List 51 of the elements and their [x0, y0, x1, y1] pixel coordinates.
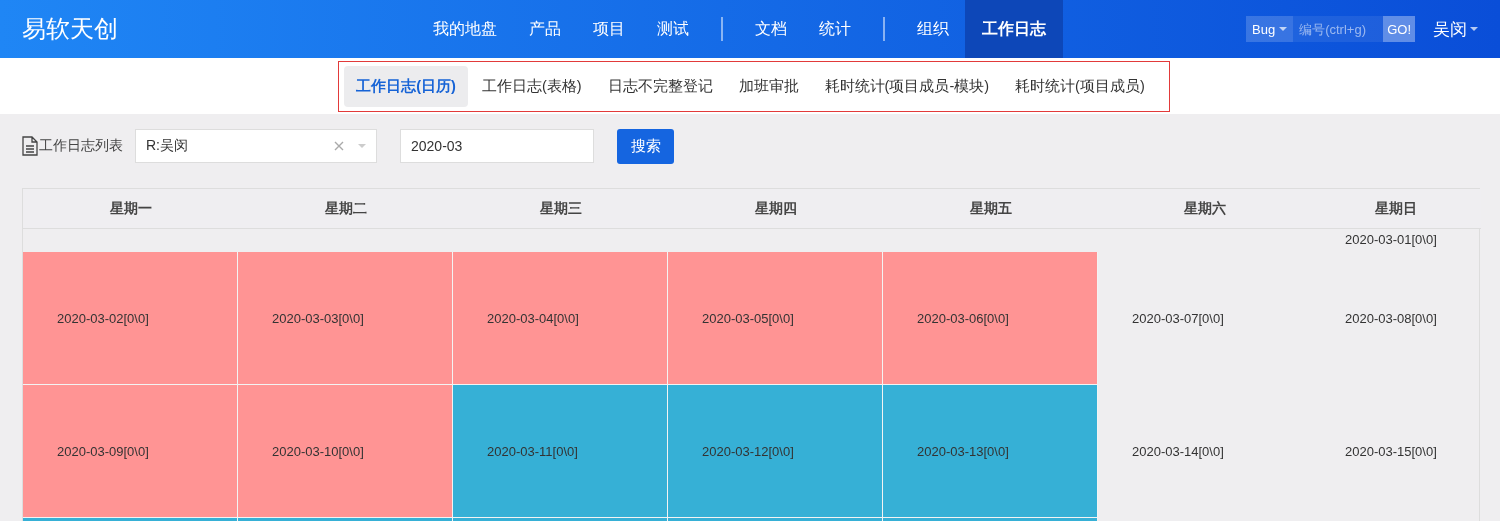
- day-cell[interactable]: 2020-03-09[0\0]: [23, 385, 238, 518]
- day-cell[interactable]: 2020-03-11[0\0]: [453, 385, 668, 518]
- day-date: 2020-03-14[0\0]: [1132, 444, 1224, 459]
- clear-icon[interactable]: [334, 141, 344, 151]
- day-cell[interactable]: 2020-03-02[0\0]: [23, 252, 238, 385]
- month-field[interactable]: 2020-03: [400, 129, 594, 163]
- day-date: 2020-03-07[0\0]: [1132, 311, 1224, 326]
- sub-tab[interactable]: 工作日志(日历): [344, 65, 468, 107]
- go-button[interactable]: GO!: [1383, 16, 1415, 42]
- day-date: 2020-03-03[0\0]: [272, 310, 364, 326]
- day-date: 2020-03-11[0\0]: [487, 443, 578, 459]
- sub-tab[interactable]: 耗时统计(项目成员-模块): [812, 65, 1002, 107]
- nav-tab[interactable]: 组织: [901, 0, 965, 58]
- sub-tab[interactable]: 加班审批: [726, 65, 811, 107]
- sub-tab[interactable]: 耗时统计(项目成员): [1003, 65, 1157, 107]
- nav-tab[interactable]: 项目: [577, 0, 641, 58]
- day-date: 2020-03-08[0\0]: [1345, 311, 1437, 326]
- day-date: 2020-03-06[0\0]: [917, 310, 1009, 326]
- nav-tab[interactable]: 产品: [513, 0, 577, 58]
- sub-tab[interactable]: 工作日志(表格): [469, 65, 594, 107]
- day-cell[interactable]: 2020-03-10[0\0]: [238, 385, 453, 518]
- weekday-header: 星期日: [1311, 189, 1481, 229]
- day-date: 2020-03-02[0\0]: [57, 310, 149, 326]
- nav-tab[interactable]: 文档: [739, 0, 803, 58]
- day-date: 2020-03-04[0\0]: [487, 310, 579, 326]
- day-date: 2020-03-15[0\0]: [1345, 444, 1437, 459]
- day-cell[interactable]: 2020-03-05[0\0]: [668, 252, 883, 385]
- day-cell[interactable]: 2020-03-06[0\0]: [883, 252, 1098, 385]
- day-date: 2020-03-09[0\0]: [57, 443, 149, 459]
- nav-tab[interactable]: 测试: [641, 0, 705, 58]
- day-cell[interactable]: 2020-03-12[0\0]: [668, 385, 883, 518]
- day-cell[interactable]: 2020-03-03[0\0]: [238, 252, 453, 385]
- type-dropdown[interactable]: Bug: [1246, 16, 1294, 42]
- logo-text[interactable]: 易软天创: [22, 13, 417, 45]
- day-date: 2020-03-01[0\0]: [1345, 232, 1437, 247]
- user-menu[interactable]: 吴闵: [1433, 17, 1478, 41]
- day-date: 2020-03-10[0\0]: [272, 443, 364, 459]
- search-button[interactable]: 搜索: [617, 128, 674, 164]
- day-cell[interactable]: 2020-03-04[0\0]: [453, 252, 668, 385]
- day-date: 2020-03-13[0\0]: [917, 443, 1009, 459]
- sub-tab[interactable]: 日志不完整登记: [595, 65, 725, 107]
- list-title: 工作日志列表: [39, 137, 123, 155]
- day-cell[interactable]: 2020-03-13[0\0]: [883, 385, 1098, 518]
- caret-icon: [358, 144, 366, 148]
- day-date: 2020-03-12[0\0]: [702, 443, 794, 459]
- user-select[interactable]: R:吴闵: [135, 129, 377, 163]
- day-date: 2020-03-05[0\0]: [702, 310, 794, 326]
- nav-tab[interactable]: 统计: [803, 0, 867, 58]
- nav-tab[interactable]: 工作日志: [965, 0, 1063, 58]
- document-icon: [22, 136, 38, 156]
- nav-tab[interactable]: 我的地盘: [417, 0, 513, 58]
